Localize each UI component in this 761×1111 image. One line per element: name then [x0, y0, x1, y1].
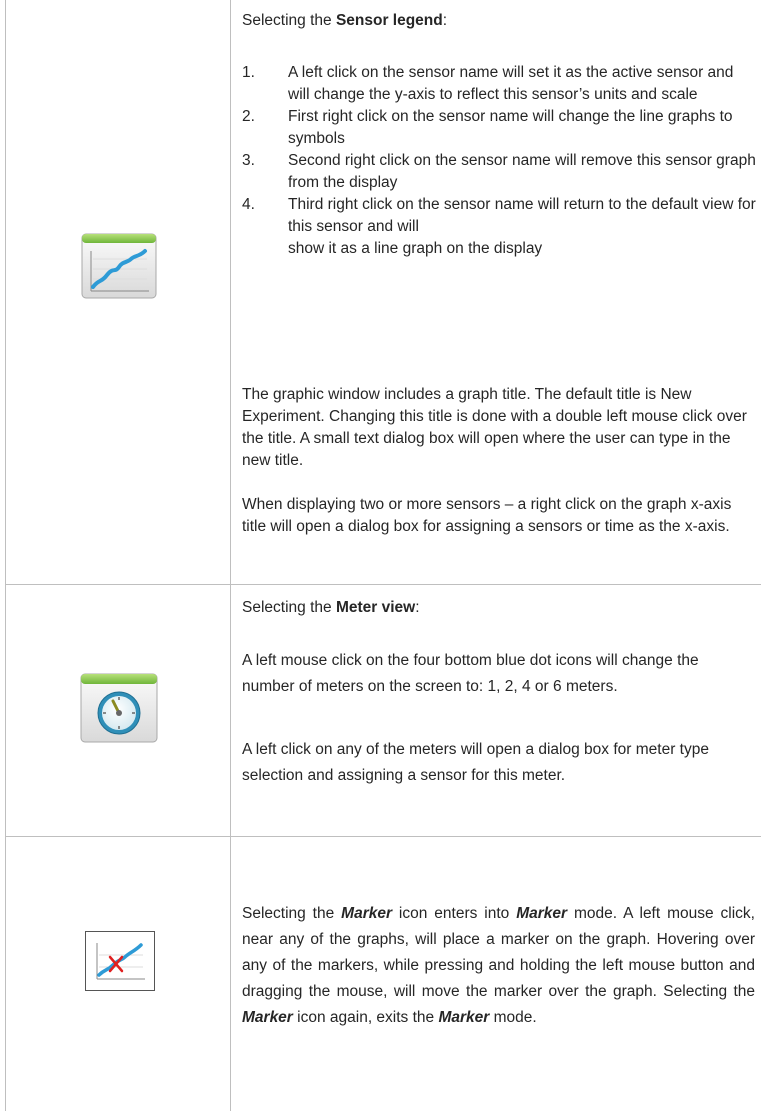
list-text: First right click on the sensor name wil… [288, 108, 733, 147]
icon-cell [6, 585, 231, 836]
instruction-list: 1. A left click on the sensor name will … [242, 62, 757, 260]
list-text: Second right click on the sensor name wi… [288, 152, 756, 191]
row-meter-view: Selecting the Meter view: A left mouse c… [6, 585, 761, 837]
heading-suffix: : [415, 599, 420, 616]
list-item: 3. Second right click on the sensor name… [242, 150, 757, 194]
row-sensor-legend: Selecting the Sensor legend: 1. A left c… [6, 0, 761, 585]
list-item: 2. First right click on the sensor name … [242, 106, 757, 150]
marker-text-part: mode. [489, 1009, 537, 1026]
section-heading: Selecting the Sensor legend: [242, 10, 447, 32]
section-heading: Selecting the Meter view: [242, 597, 420, 619]
list-number: 2. [242, 108, 255, 125]
list-text-continued: show it as a line graph on the display [288, 240, 543, 257]
marker-paragraph: Selecting the Marker icon enters into Ma… [242, 901, 755, 1031]
marker-term: Marker [341, 905, 392, 922]
row-marker: Selecting the Marker icon enters into Ma… [6, 837, 761, 1111]
heading-bold: Sensor legend [335, 12, 443, 29]
heading-suffix: : [442, 12, 448, 29]
icon-cell [6, 837, 231, 1111]
meter-view-icon [80, 673, 158, 743]
marker-term: Marker [242, 1009, 293, 1026]
heading-prefix: Selecting the [242, 12, 336, 29]
list-number: 4. [242, 196, 255, 213]
list-number: 3. [242, 152, 255, 169]
heading-prefix: Selecting the [242, 599, 336, 616]
text-cell: Selecting the Sensor legend: 1. A left c… [242, 0, 757, 584]
meter-type-paragraph: A left click on any of the meters will o… [242, 741, 709, 784]
list-text: A left click on the sensor name will set… [288, 64, 734, 103]
text-cell: Selecting the Marker icon enters into Ma… [242, 837, 757, 1111]
x-axis-paragraph: When displaying two or more sensors – a … [242, 496, 732, 535]
list-number: 1. [242, 64, 255, 81]
marker-text-part: Selecting the [242, 905, 342, 922]
list-item: 1. A left click on the sensor name will … [242, 62, 757, 106]
instruction-table: Selecting the Sensor legend: 1. A left c… [5, 0, 761, 1111]
graph-view-icon [81, 233, 157, 299]
marker-text-part: icon again, exits the [292, 1009, 439, 1026]
list-text: Third right click on the sensor name wil… [288, 196, 756, 235]
meter-count-paragraph: A left mouse click on the four bottom bl… [242, 652, 699, 695]
marker-icon [85, 931, 155, 991]
marker-term: Marker [438, 1009, 490, 1026]
icon-cell [6, 0, 231, 584]
list-item: 4. Third right click on the sensor name … [242, 194, 757, 260]
marker-text-part: icon enters into [392, 905, 517, 922]
text-cell: Selecting the Meter view: A left mouse c… [242, 585, 757, 836]
heading-bold: Meter view [335, 599, 416, 616]
marker-term: Marker [516, 905, 568, 922]
graph-title-paragraph: The graphic window includes a graph titl… [242, 386, 747, 469]
